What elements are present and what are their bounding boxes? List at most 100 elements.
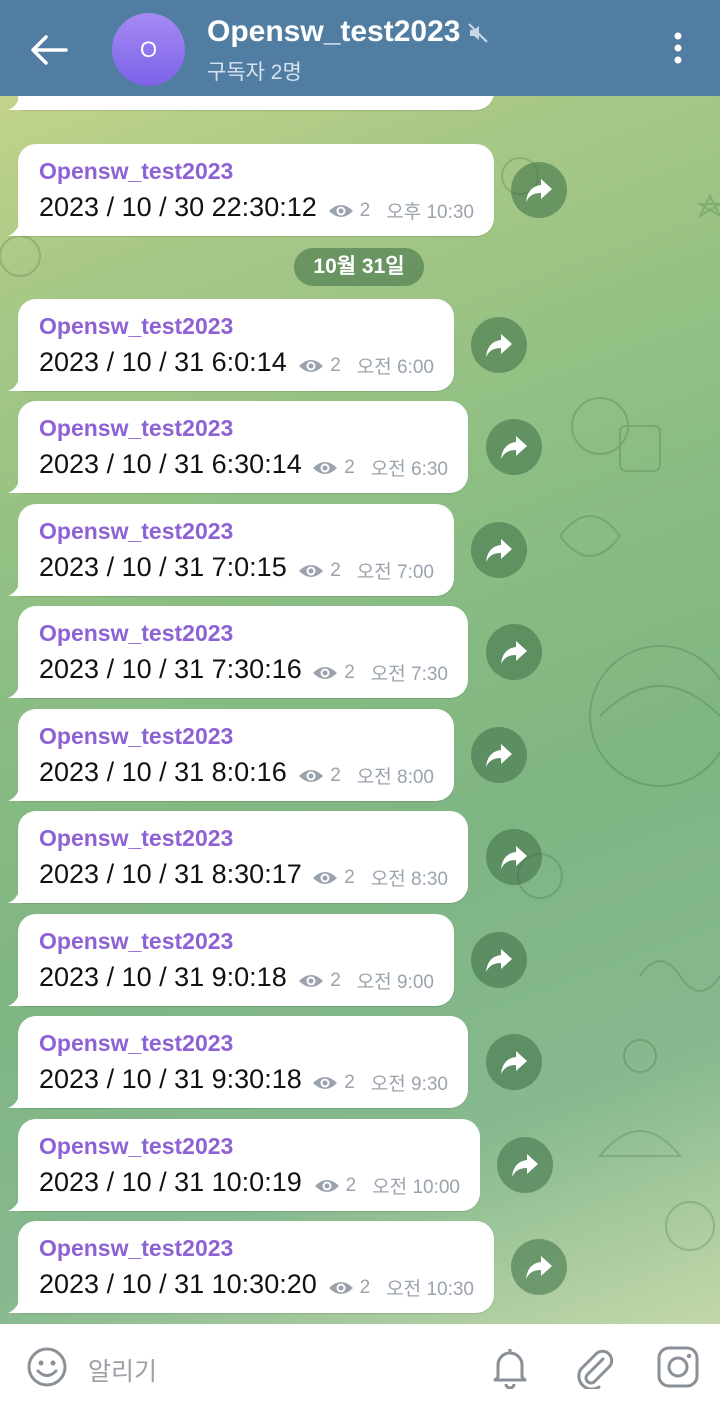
message-sender: Opensw_test2023: [39, 415, 234, 441]
message-time: 오전 9:00: [356, 972, 434, 993]
message-meta: 2 오전 6:00: [298, 352, 434, 379]
view-count: 2: [330, 354, 341, 376]
eye-icon: [328, 1281, 353, 1294]
forward-arrow-icon[interactable]: [471, 522, 527, 578]
bubble-tail: [8, 785, 28, 801]
eye-icon: [313, 461, 338, 474]
bubble-tail: [8, 1092, 28, 1108]
message-bubble[interactable]: Opensw_test2023 2023 / 10 / 31 8:0:16 2 오전 …: [8, 709, 454, 801]
message-sender: Opensw_test2023: [39, 518, 234, 544]
message-time: 오전 10:30: [386, 1279, 474, 1300]
message-meta: 2 오전 10:30: [328, 1274, 474, 1301]
view-count: 2: [345, 1174, 357, 1196]
message-text: 2023 / 10 / 31 9:30:18: [39, 1064, 302, 1094]
message-time: 오전 10:00: [372, 1177, 460, 1198]
bubble-tail: [8, 580, 28, 596]
bubble-tail: [8, 477, 28, 493]
message-bubble[interactable]: Opensw_test2023 2023 / 10 / 30 22:30:12 2 오…: [8, 144, 494, 236]
bell-icon[interactable]: [490, 1345, 530, 1389]
message-time: 오전 8:00: [356, 767, 434, 788]
forward-arrow-icon[interactable]: [471, 317, 527, 373]
message-bubble[interactable]: Opensw_test2023 2023 / 10 / 31 9:0:18 2 오전 …: [8, 914, 454, 1006]
eye-icon: [328, 204, 353, 217]
kebab-menu-icon[interactable]: [664, 28, 692, 68]
view-count: 2: [344, 661, 355, 683]
message-input[interactable]: 알리기: [88, 1352, 157, 1388]
message-meta: 2 오전 8:00: [298, 762, 434, 789]
message-sender: Opensw_test2023: [39, 723, 234, 749]
channel-title[interactable]: Opensw_test2023: [207, 15, 460, 49]
message-bubble[interactable]: Opensw_test2023 2023 / 10 / 31 9:30:18 2 오전…: [8, 1016, 468, 1108]
bubble-tail: [8, 682, 28, 698]
channel-avatar[interactable]: O: [112, 13, 185, 86]
message-bubble[interactable]: Opensw_test2023 2023 / 10 / 31 7:0:15 2 오전 …: [8, 504, 454, 596]
message-text: 2023 / 10 / 31 8:0:16: [39, 757, 287, 787]
message-text: 2023 / 10 / 31 7:30:16: [39, 654, 302, 684]
message-text: 2023 / 10 / 31 9:0:18: [39, 962, 287, 992]
bubble-tail: [8, 1195, 28, 1211]
message-meta: 2 오전 8:30: [312, 864, 448, 891]
message-text: 2023 / 10 / 31 10:30:20: [39, 1269, 317, 1299]
message-text: 2023 / 10 / 31 6:30:14: [39, 449, 302, 479]
eye-icon: [314, 1179, 339, 1192]
message-text: 2023 / 10 / 31 7:0:15: [39, 552, 287, 582]
eye-icon: [299, 974, 324, 987]
speaker-muted-icon: [468, 23, 488, 43]
bubble-tail: [8, 1297, 28, 1313]
message-sender: Opensw_test2023: [39, 1133, 234, 1159]
message-sender: Opensw_test2023: [39, 620, 234, 646]
forward-arrow-icon[interactable]: [471, 727, 527, 783]
view-count: 2: [330, 969, 341, 991]
forward-arrow-icon[interactable]: [486, 624, 542, 680]
message-time: 오전 7:30: [370, 664, 448, 685]
eye-icon: [299, 564, 324, 577]
message-bubble[interactable]: Opensw_test2023 2023 / 10 / 31 6:30:14 2 오전…: [8, 401, 468, 493]
message-bubble[interactable]: Opensw_test2023 2023 / 10 / 31 10:0:19 2 오전…: [8, 1119, 480, 1211]
view-count: 2: [359, 199, 371, 221]
back-arrow-icon[interactable]: [26, 30, 70, 70]
message-list[interactable]: 2023 / 10 / 30 22:0:112오후 10:00 Opensw_te…: [0, 96, 720, 1324]
message-text: 2023 / 10 / 30 22:30:12: [39, 192, 317, 222]
message-time: 오전 7:00: [356, 562, 434, 583]
chat-header: O Opensw_test2023 구독자 2명: [0, 0, 720, 96]
message-time: 오전 6:30: [370, 459, 448, 480]
date-separator: 10월 31일: [294, 248, 424, 286]
bubble-tail: [8, 220, 28, 236]
message-text: 2023 / 10 / 31 6:0:14: [39, 347, 287, 377]
forward-arrow-icon[interactable]: [486, 829, 542, 885]
eye-icon: [299, 359, 324, 372]
message-time: 오전 9:30: [370, 1074, 448, 1095]
message-sender: Opensw_test2023: [39, 825, 234, 851]
message-meta: 2 오전 10:00: [314, 1172, 460, 1199]
forward-arrow-icon[interactable]: [511, 1239, 567, 1295]
message-bubble[interactable]: 2023 / 10 / 30 22:0:11 2오후 10:00: [8, 96, 494, 110]
message-bubble[interactable]: Opensw_test2023 2023 / 10 / 31 8:30:17 2 오전…: [8, 811, 468, 903]
message-time: 오전 8:30: [370, 869, 448, 890]
forward-arrow-icon[interactable]: [486, 1034, 542, 1090]
forward-arrow-icon[interactable]: [497, 1137, 553, 1193]
smiley-icon[interactable]: [26, 1346, 68, 1388]
message-meta: 2오후 10:00: [328, 96, 474, 98]
eye-icon: [313, 666, 338, 679]
forward-arrow-icon[interactable]: [471, 932, 527, 988]
forward-arrow-icon[interactable]: [511, 162, 567, 218]
view-count: 2: [359, 1276, 371, 1298]
message-bubble[interactable]: Opensw_test2023 2023 / 10 / 31 10:30:20 2 오…: [8, 1221, 494, 1313]
message-bubble[interactable]: Opensw_test2023 2023 / 10 / 31 7:30:16 2 오전…: [8, 606, 468, 698]
message-text: 2023 / 10 / 31 10:0:19: [39, 1167, 302, 1197]
message-meta: 2 오전 7:00: [298, 557, 434, 584]
eye-icon: [299, 769, 324, 782]
message-bubble[interactable]: Opensw_test2023 2023 / 10 / 31 6:0:14 2 오전 …: [8, 299, 454, 391]
eye-icon: [313, 1076, 338, 1089]
message-meta: 2 오후 10:30: [328, 197, 474, 224]
view-count: 2: [330, 764, 341, 786]
forward-arrow-icon[interactable]: [486, 419, 542, 475]
eye-icon: [313, 871, 338, 884]
message-time: 오후 10:30: [386, 202, 474, 223]
message-meta: 2 오전 6:30: [312, 454, 448, 481]
paperclip-icon[interactable]: [573, 1345, 615, 1389]
message-meta: 2 오전 9:30: [312, 1069, 448, 1096]
bubble-tail: [8, 887, 28, 903]
instagram-camera-icon[interactable]: [656, 1345, 700, 1389]
view-count: 2: [344, 456, 355, 478]
